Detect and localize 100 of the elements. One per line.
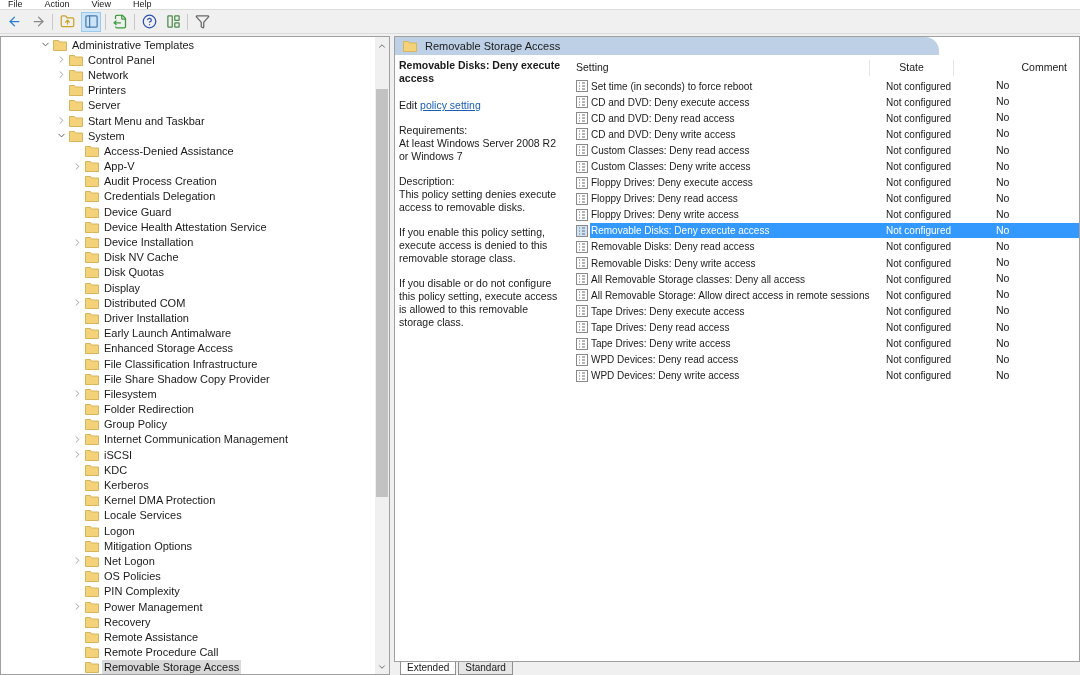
tree-item[interactable]: Device Installation: [102, 235, 196, 250]
table-row[interactable]: Removable Disks: Deny read access Not configured No: [590, 239, 1079, 255]
tree-item[interactable]: Filesystem: [102, 386, 159, 401]
tree-item[interactable]: Mitigation Options: [102, 538, 195, 553]
tree-item[interactable]: OS Policies: [102, 569, 163, 584]
tree-item[interactable]: File Share Shadow Copy Provider: [102, 371, 272, 386]
setting-cell-text: WPD Devices: Deny write access: [590, 369, 741, 384]
edit-label: Edit: [399, 99, 418, 112]
table-row[interactable]: Tape Drives: Deny execute access Not configured No: [590, 303, 1079, 319]
policy-icon: [576, 321, 588, 334]
policy-icon: [576, 112, 588, 125]
table-row[interactable]: CD and DVD: Deny read access Not configured No: [590, 110, 1079, 126]
tree-item[interactable]: Printers: [86, 83, 128, 98]
tree-item[interactable]: Kernel DMA Protection: [102, 493, 218, 508]
table-row[interactable]: Floppy Drives: Deny read access Not configured No: [590, 191, 1079, 207]
tree-item[interactable]: Device Guard: [102, 204, 174, 219]
setting-cell-text: Set time (in seconds) to force reboot: [590, 79, 754, 94]
folder-icon: [69, 53, 83, 66]
tree-item[interactable]: Remote Assistance: [102, 629, 201, 644]
tree-item[interactable]: PIN Complexity: [102, 584, 182, 599]
menu-item[interactable]: Help: [132, 0, 152, 9]
table-row[interactable]: Floppy Drives: Deny execute access Not configured No: [590, 175, 1079, 191]
table-row[interactable]: WPD Devices: Deny read access Not configured No: [590, 352, 1079, 368]
tree-item[interactable]: Distributed COM: [102, 295, 188, 310]
table-row[interactable]: WPD Devices: Deny write access Not configured No: [590, 368, 1079, 384]
table-row[interactable]: Custom Classes: Deny read access Not configured No: [590, 142, 1079, 158]
table-row[interactable]: Removable Disks: Deny write access Not configured No: [590, 255, 1079, 271]
policy-icon: [576, 80, 588, 93]
state-cell-text: Not configured: [886, 95, 953, 110]
tree-item[interactable]: System: [86, 128, 127, 143]
folder-up-icon: [59, 14, 75, 29]
tree-item[interactable]: Display: [102, 280, 143, 295]
state-cell-text: Not configured: [886, 143, 953, 158]
menu-item[interactable]: Action: [44, 0, 70, 9]
tree-item[interactable]: Driver Installation: [102, 310, 191, 325]
tree-item[interactable]: KDC: [102, 462, 130, 477]
tree-item[interactable]: App-V: [102, 159, 137, 174]
tree-item[interactable]: Net Logon: [102, 553, 157, 568]
tree-item[interactable]: Network: [86, 67, 131, 82]
comment-cell-text: No: [996, 174, 1010, 190]
folder-icon: [85, 311, 99, 324]
tree-item[interactable]: File Classification Infrastructure: [102, 356, 260, 371]
scroll-down-icon[interactable]: [377, 662, 387, 672]
state-cell-text: Not configured: [886, 160, 953, 174]
panel-button[interactable]: [81, 11, 101, 32]
tree-item[interactable]: Kerberos: [102, 478, 151, 493]
tree-item[interactable]: Audit Process Creation: [102, 174, 219, 189]
tree-item[interactable]: Control Panel: [86, 52, 157, 67]
scroll-up-icon[interactable]: [377, 41, 387, 51]
scrollbar[interactable]: [375, 37, 389, 674]
folder-icon: [85, 144, 99, 157]
table-row[interactable]: Custom Classes: Deny write access Not configured No: [590, 159, 1079, 174]
table-row[interactable]: All Removable Storage: Allow direct access in remote sessions Not configured No: [590, 287, 1079, 303]
tree-item[interactable]: Early Launch Antimalware: [102, 326, 234, 341]
folder-icon: [85, 236, 99, 249]
table-row[interactable]: CD and DVD: Deny write access Not configured No: [590, 126, 1079, 142]
setting-cell-text: Custom Classes: Deny write access: [590, 160, 752, 174]
tree-item[interactable]: Access-Denied Assistance: [102, 143, 236, 158]
tree-item[interactable]: Start Menu and Taskbar: [86, 113, 207, 128]
tree-item[interactable]: Internet Communication Management: [102, 432, 291, 447]
folder-icon: [85, 160, 99, 173]
tree-item[interactable]: Logon: [102, 523, 137, 538]
menu-item[interactable]: File: [8, 0, 23, 9]
tree-item[interactable]: Folder Redirection: [102, 402, 196, 417]
tree-item[interactable]: Disk NV Cache: [102, 250, 181, 265]
policy-icon: [576, 337, 588, 350]
table-row[interactable]: Set time (in seconds) to force reboot Not configured No: [590, 78, 1079, 94]
comment-cell-text: No: [996, 223, 1010, 238]
column-header[interactable]: Comment: [953, 60, 1079, 76]
requirements-text: At least Windows Server 2008 R2 or Windows 7: [399, 137, 557, 163]
tree-item[interactable]: Disk Quotas: [102, 265, 166, 280]
tree-item[interactable]: Remote Procedure Call: [102, 645, 221, 660]
tree-item[interactable]: Power Management: [102, 599, 205, 614]
folder-icon: [69, 68, 83, 81]
tree-item[interactable]: Administrative Templates: [70, 37, 197, 52]
description-label: Description:: [399, 175, 456, 188]
table-row[interactable]: Floppy Drives: Deny write access Not configured No: [590, 207, 1079, 223]
policy-icon: [576, 257, 588, 270]
tree-item[interactable]: iSCSI: [102, 447, 135, 462]
tree-item[interactable]: Enhanced Storage Access: [102, 341, 236, 356]
table-row[interactable]: CD and DVD: Deny execute access Not configured No: [590, 94, 1079, 110]
tree-item[interactable]: Removable Storage Access: [102, 660, 242, 674]
tree-item[interactable]: Group Policy: [102, 417, 169, 432]
policy-setting-link[interactable]: policy setting: [420, 99, 481, 112]
table-row[interactable]: Tape Drives: Deny write access Not configured No: [590, 336, 1079, 352]
column-header[interactable]: Setting: [567, 60, 869, 76]
menu-item[interactable]: View: [91, 0, 111, 9]
view-tab[interactable]: Standard: [458, 662, 513, 675]
tree-item[interactable]: Credentials Delegation: [102, 189, 218, 204]
table-row[interactable]: Tape Drives: Deny read access Not configured No: [590, 319, 1079, 335]
column-header[interactable]: State: [869, 60, 953, 76]
state-cell-text: Not configured: [886, 79, 953, 94]
tree-item[interactable]: Server: [86, 98, 123, 113]
table-row[interactable]: All Removable Storage classes: Deny all access Not configured No: [590, 271, 1079, 287]
tree-item[interactable]: Locale Services: [102, 508, 184, 523]
filter-icon: [194, 14, 210, 29]
tree-item[interactable]: Recovery: [102, 614, 153, 629]
view-tab[interactable]: Extended: [400, 662, 457, 675]
tree-item[interactable]: Device Health Attestation Service: [102, 219, 269, 234]
state-cell-text: Not configured: [886, 127, 953, 142]
